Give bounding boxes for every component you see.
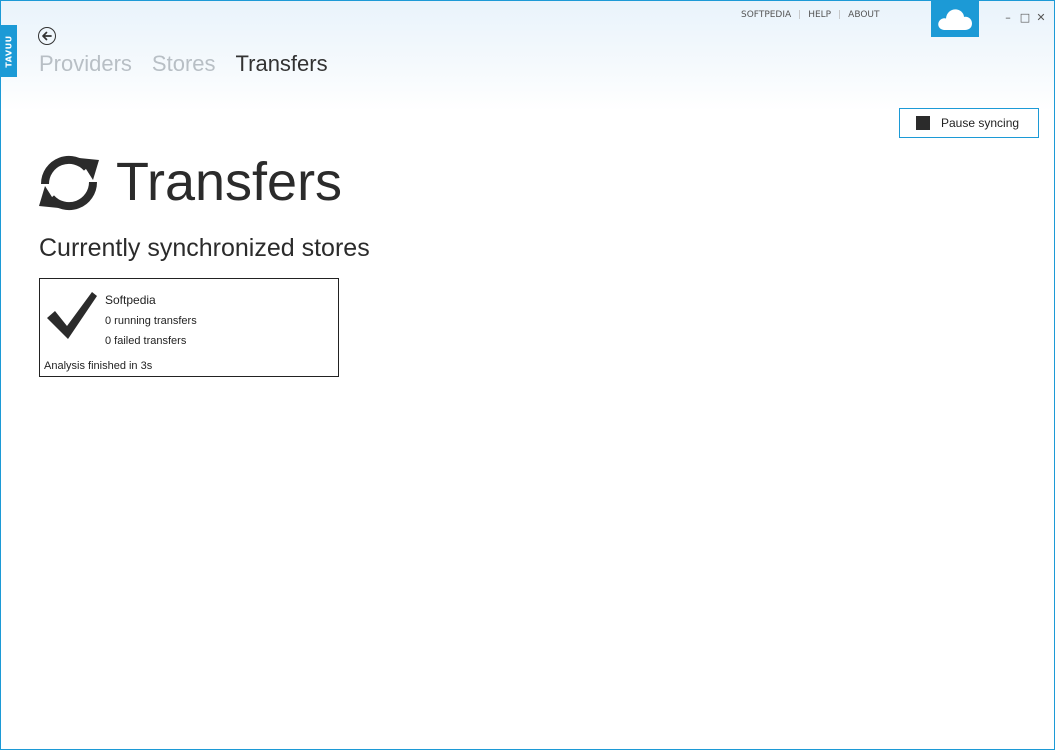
cloud-icon <box>938 9 972 30</box>
about-link[interactable]: ABOUT <box>848 10 879 20</box>
store-name: Softpedia <box>105 293 156 307</box>
minimize-button[interactable]: – <box>1001 10 1015 24</box>
side-tab-label: TAVUU <box>4 34 14 68</box>
page-subtitle: Currently synchronized stores <box>39 234 370 262</box>
link-separator: | <box>838 10 842 20</box>
tab-providers[interactable]: Providers <box>39 51 132 77</box>
page-title: Transfers <box>116 152 343 212</box>
link-separator: | <box>798 10 802 20</box>
maximize-button[interactable]: □ <box>1018 10 1032 24</box>
pause-syncing-label: Pause syncing <box>941 116 1020 130</box>
top-links: SOFTPEDIA | HELP | ABOUT <box>741 10 880 20</box>
app-window: TAVUU SOFTPEDIA | HELP | ABOUT – □ ✕ Pro… <box>0 0 1055 750</box>
pause-syncing-button[interactable]: Pause syncing <box>899 108 1039 138</box>
stop-icon <box>916 116 930 130</box>
checkmark-icon <box>47 292 97 339</box>
tab-transfers[interactable]: Transfers <box>236 51 328 77</box>
running-transfers: 0 running transfers <box>105 315 197 327</box>
sync-icon <box>39 155 99 211</box>
main-nav: Providers Stores Transfers <box>39 51 348 77</box>
softpedia-link[interactable]: SOFTPEDIA <box>741 10 791 20</box>
failed-transfers: 0 failed transfers <box>105 335 187 347</box>
tab-stores[interactable]: Stores <box>152 51 216 77</box>
store-card[interactable]: Softpedia 0 running transfers 0 failed t… <box>39 278 339 377</box>
back-arrow-icon <box>42 31 52 41</box>
side-tab[interactable]: TAVUU <box>1 25 17 77</box>
help-link[interactable]: HELP <box>808 10 831 20</box>
cloud-button[interactable] <box>931 1 979 37</box>
back-button[interactable] <box>38 27 56 45</box>
analysis-status: Analysis finished in 3s <box>44 360 153 372</box>
close-button[interactable]: ✕ <box>1034 10 1048 24</box>
